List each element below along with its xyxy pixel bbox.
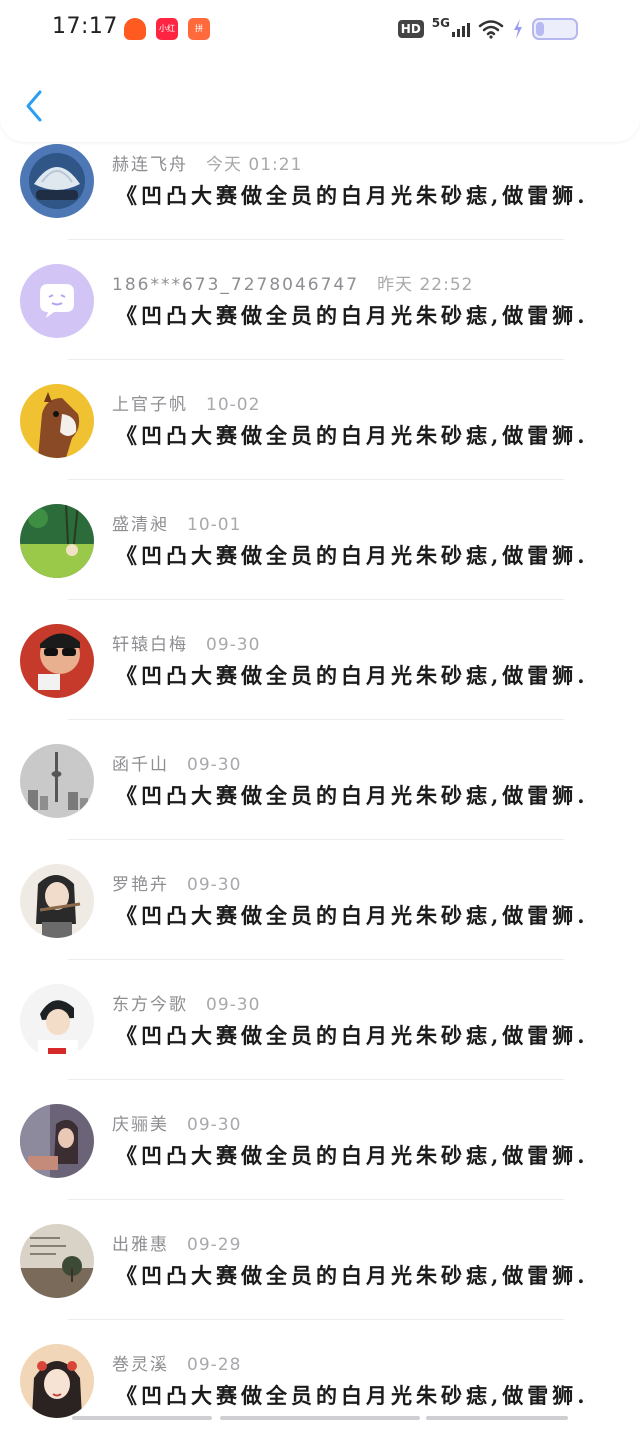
message-date: 10-02	[206, 395, 261, 415]
message-list: 赫连飞舟 今天 01:21 《凹凸大赛做全员的白月光朱砂痣,做雷狮… 186***…	[0, 120, 640, 1440]
message-date: 09-28	[187, 1355, 242, 1375]
avatar[interactable]	[20, 1344, 94, 1418]
message-preview: 《凹凸大赛做全员的白月光朱砂痣,做雷狮…	[116, 783, 586, 808]
sender-name: 轩辕白梅	[112, 635, 188, 655]
sender-name: 186***673_7278046747	[112, 275, 360, 295]
list-item[interactable]: 186***673_7278046747 昨天 22:52 《凹凸大赛做全员的白月…	[0, 240, 640, 360]
message-preview: 《凹凸大赛做全员的白月光朱砂痣,做雷狮…	[116, 1023, 586, 1048]
list-item[interactable]: 罗艳卉 09-30 《凹凸大赛做全员的白月光朱砂痣,做雷狮…	[0, 840, 640, 960]
message-date: 昨天 22:52	[377, 275, 474, 295]
avatar[interactable]	[20, 504, 94, 578]
list-item[interactable]: 庆骊美 09-30 《凹凸大赛做全员的白月光朱砂痣,做雷狮…	[0, 1080, 640, 1200]
message-preview: 《凹凸大赛做全员的白月光朱砂痣,做雷狮…	[116, 1263, 586, 1288]
message-date: 10-01	[187, 515, 242, 535]
list-item[interactable]: 出雅惠 09-29 《凹凸大赛做全员的白月光朱砂痣,做雷狮…	[0, 1200, 640, 1320]
avatar[interactable]	[20, 984, 94, 1058]
top-header: 17:17 小红书 拼 HD 5G	[0, 0, 640, 142]
avatar[interactable]	[20, 1104, 94, 1178]
message-date: 09-30	[206, 635, 261, 655]
list-item[interactable]: 盛清昶 10-01 《凹凸大赛做全员的白月光朱砂痣,做雷狮…	[0, 480, 640, 600]
sender-name: 赫连飞舟	[112, 155, 188, 175]
sender-name: 罗艳卉	[112, 875, 169, 895]
message-preview: 《凹凸大赛做全员的白月光朱砂痣,做雷狮…	[116, 663, 586, 688]
pinduoduo-icon: 拼	[188, 18, 210, 40]
list-item[interactable]: 轩辕白梅 09-30 《凹凸大赛做全员的白月光朱砂痣,做雷狮…	[0, 600, 640, 720]
sender-name: 上官子帆	[112, 395, 188, 415]
charging-icon	[514, 19, 522, 39]
back-button[interactable]	[20, 86, 50, 126]
message-preview: 《凹凸大赛做全员的白月光朱砂痣,做雷狮…	[116, 1143, 586, 1168]
message-preview: 《凹凸大赛做全员的白月光朱砂痣,做雷狮…	[116, 303, 586, 328]
avatar[interactable]	[20, 264, 94, 338]
sender-name: 函千山	[112, 755, 169, 775]
avatar[interactable]	[20, 744, 94, 818]
message-date: 今天 01:21	[206, 155, 303, 175]
message-preview: 《凹凸大赛做全员的白月光朱砂痣,做雷狮…	[116, 903, 586, 928]
battery-icon	[532, 18, 578, 40]
xiaohongshu-icon: 小红书	[156, 18, 178, 40]
avatar[interactable]	[20, 864, 94, 938]
message-date: 09-30	[187, 1115, 242, 1135]
sender-name: 庆骊美	[112, 1115, 169, 1135]
status-indicators: HD 5G	[397, 16, 578, 42]
message-preview: 《凹凸大赛做全员的白月光朱砂痣,做雷狮…	[116, 543, 586, 568]
chevron-left-icon	[26, 90, 42, 122]
list-item[interactable]: 东方今歌 09-30 《凹凸大赛做全员的白月光朱砂痣,做雷狮…	[0, 960, 640, 1080]
signal-icon	[452, 21, 470, 37]
scroll-indicator	[426, 1416, 568, 1420]
message-preview: 《凹凸大赛做全员的白月光朱砂痣,做雷狮…	[116, 183, 586, 208]
sender-name: 出雅惠	[112, 1235, 169, 1255]
list-item[interactable]: 函千山 09-30 《凹凸大赛做全员的白月光朱砂痣,做雷狮…	[0, 720, 640, 840]
message-date: 09-30	[187, 755, 242, 775]
message-preview: 《凹凸大赛做全员的白月光朱砂痣,做雷狮…	[116, 1383, 586, 1408]
status-time: 17:17	[52, 14, 118, 39]
avatar[interactable]	[20, 1224, 94, 1298]
sender-name: 巻灵溪	[112, 1355, 169, 1375]
network-label: 5G	[431, 16, 450, 30]
list-item[interactable]: 巻灵溪 09-28 《凹凸大赛做全员的白月光朱砂痣,做雷狮…	[0, 1320, 640, 1440]
message-date: 09-29	[187, 1235, 242, 1255]
sender-name: 盛清昶	[112, 515, 169, 535]
message-preview: 《凹凸大赛做全员的白月光朱砂痣,做雷狮…	[116, 423, 586, 448]
hd-badge: HD	[397, 20, 424, 38]
status-bar: 17:17 小红书 拼 HD 5G	[0, 0, 640, 56]
message-date: 09-30	[206, 995, 261, 1015]
message-date: 09-30	[187, 875, 242, 895]
wifi-icon	[478, 20, 504, 39]
avatar[interactable]	[20, 624, 94, 698]
taobao-icon	[124, 18, 146, 40]
avatar[interactable]	[20, 384, 94, 458]
scroll-indicator	[72, 1416, 212, 1420]
sender-name: 东方今歌	[112, 995, 188, 1015]
avatar[interactable]	[20, 144, 94, 218]
list-item[interactable]: 上官子帆 10-02 《凹凸大赛做全员的白月光朱砂痣,做雷狮…	[0, 360, 640, 480]
scroll-indicator	[220, 1416, 420, 1420]
